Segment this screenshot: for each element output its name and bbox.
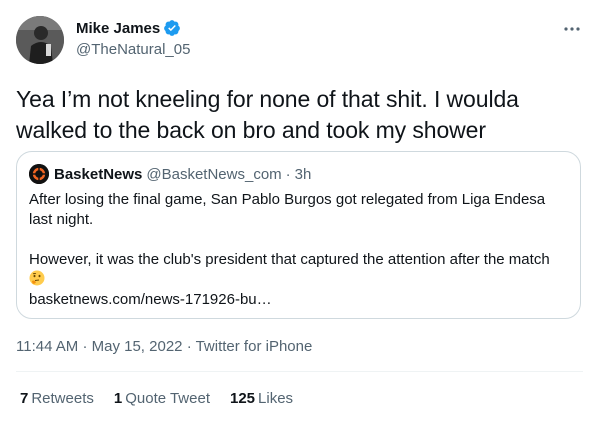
tweet-source[interactable]: Twitter for iPhone bbox=[196, 338, 313, 355]
quote-tweets-stat[interactable]: 1 Quote Tweet bbox=[114, 390, 210, 407]
retweets-count: 7 bbox=[20, 390, 29, 407]
avatar-photo bbox=[16, 16, 64, 64]
more-options-icon[interactable] bbox=[559, 18, 585, 40]
divider-top bbox=[16, 371, 583, 372]
quotes-label: Quote Tweet bbox=[125, 390, 210, 407]
quoted-tweet-text: After losing the final game, San Pablo B… bbox=[29, 190, 569, 310]
tweet-date[interactable]: May 15, 2022 bbox=[92, 338, 183, 355]
quoted-paragraph-2: However, it was the club's president tha… bbox=[29, 251, 550, 268]
author-handle[interactable]: @TheNatural_05 bbox=[76, 41, 190, 58]
quotes-count: 1 bbox=[113, 390, 123, 407]
retweets-stat[interactable]: 7 Retweets bbox=[20, 390, 94, 407]
thinking-face-emoji-icon bbox=[29, 270, 45, 286]
tweet-stats: 7 Retweets 1 Quote Tweet 125 Likes bbox=[20, 390, 313, 407]
likes-count: 125 bbox=[230, 390, 256, 407]
likes-stat[interactable]: 125 Likes bbox=[230, 390, 293, 407]
tweet-time[interactable]: 11:44 AM bbox=[16, 338, 78, 355]
quoted-paragraph-1: After losing the final game, San Pablo B… bbox=[29, 191, 546, 228]
verified-badge-icon bbox=[163, 19, 181, 37]
quoted-tweet[interactable]: BasketNews @BasketNews_com · 3h After lo… bbox=[16, 151, 581, 319]
retweets-label: Retweets bbox=[31, 390, 94, 407]
author-avatar[interactable] bbox=[16, 16, 64, 64]
meta-separator-2: · bbox=[186, 338, 192, 355]
tweet-text: Yea I’m not kneeling for none of that sh… bbox=[16, 86, 519, 143]
quoted-time: 3h bbox=[294, 165, 312, 183]
author-name-row: Mike James bbox=[76, 19, 181, 37]
quoted-separator: · bbox=[285, 165, 291, 183]
likes-label: Likes bbox=[258, 390, 294, 407]
quoted-tweet-header: BasketNews @BasketNews_com · 3h bbox=[29, 164, 311, 184]
author-display-name[interactable]: Mike James bbox=[76, 20, 160, 37]
quoted-link[interactable]: basketnews.com/news-171926-bu… bbox=[29, 290, 569, 310]
meta-separator-1: · bbox=[82, 338, 88, 355]
quoted-handle: @BasketNews_com bbox=[146, 165, 282, 183]
quoted-display-name: BasketNews bbox=[54, 165, 143, 183]
basketnews-logo-icon bbox=[29, 164, 49, 184]
tweet-card: Mike James @TheNatural_05 Yea I’m not kn… bbox=[0, 0, 599, 424]
tweet-meta: 11:44 AM · May 15, 2022 · Twitter for iP… bbox=[16, 338, 312, 355]
